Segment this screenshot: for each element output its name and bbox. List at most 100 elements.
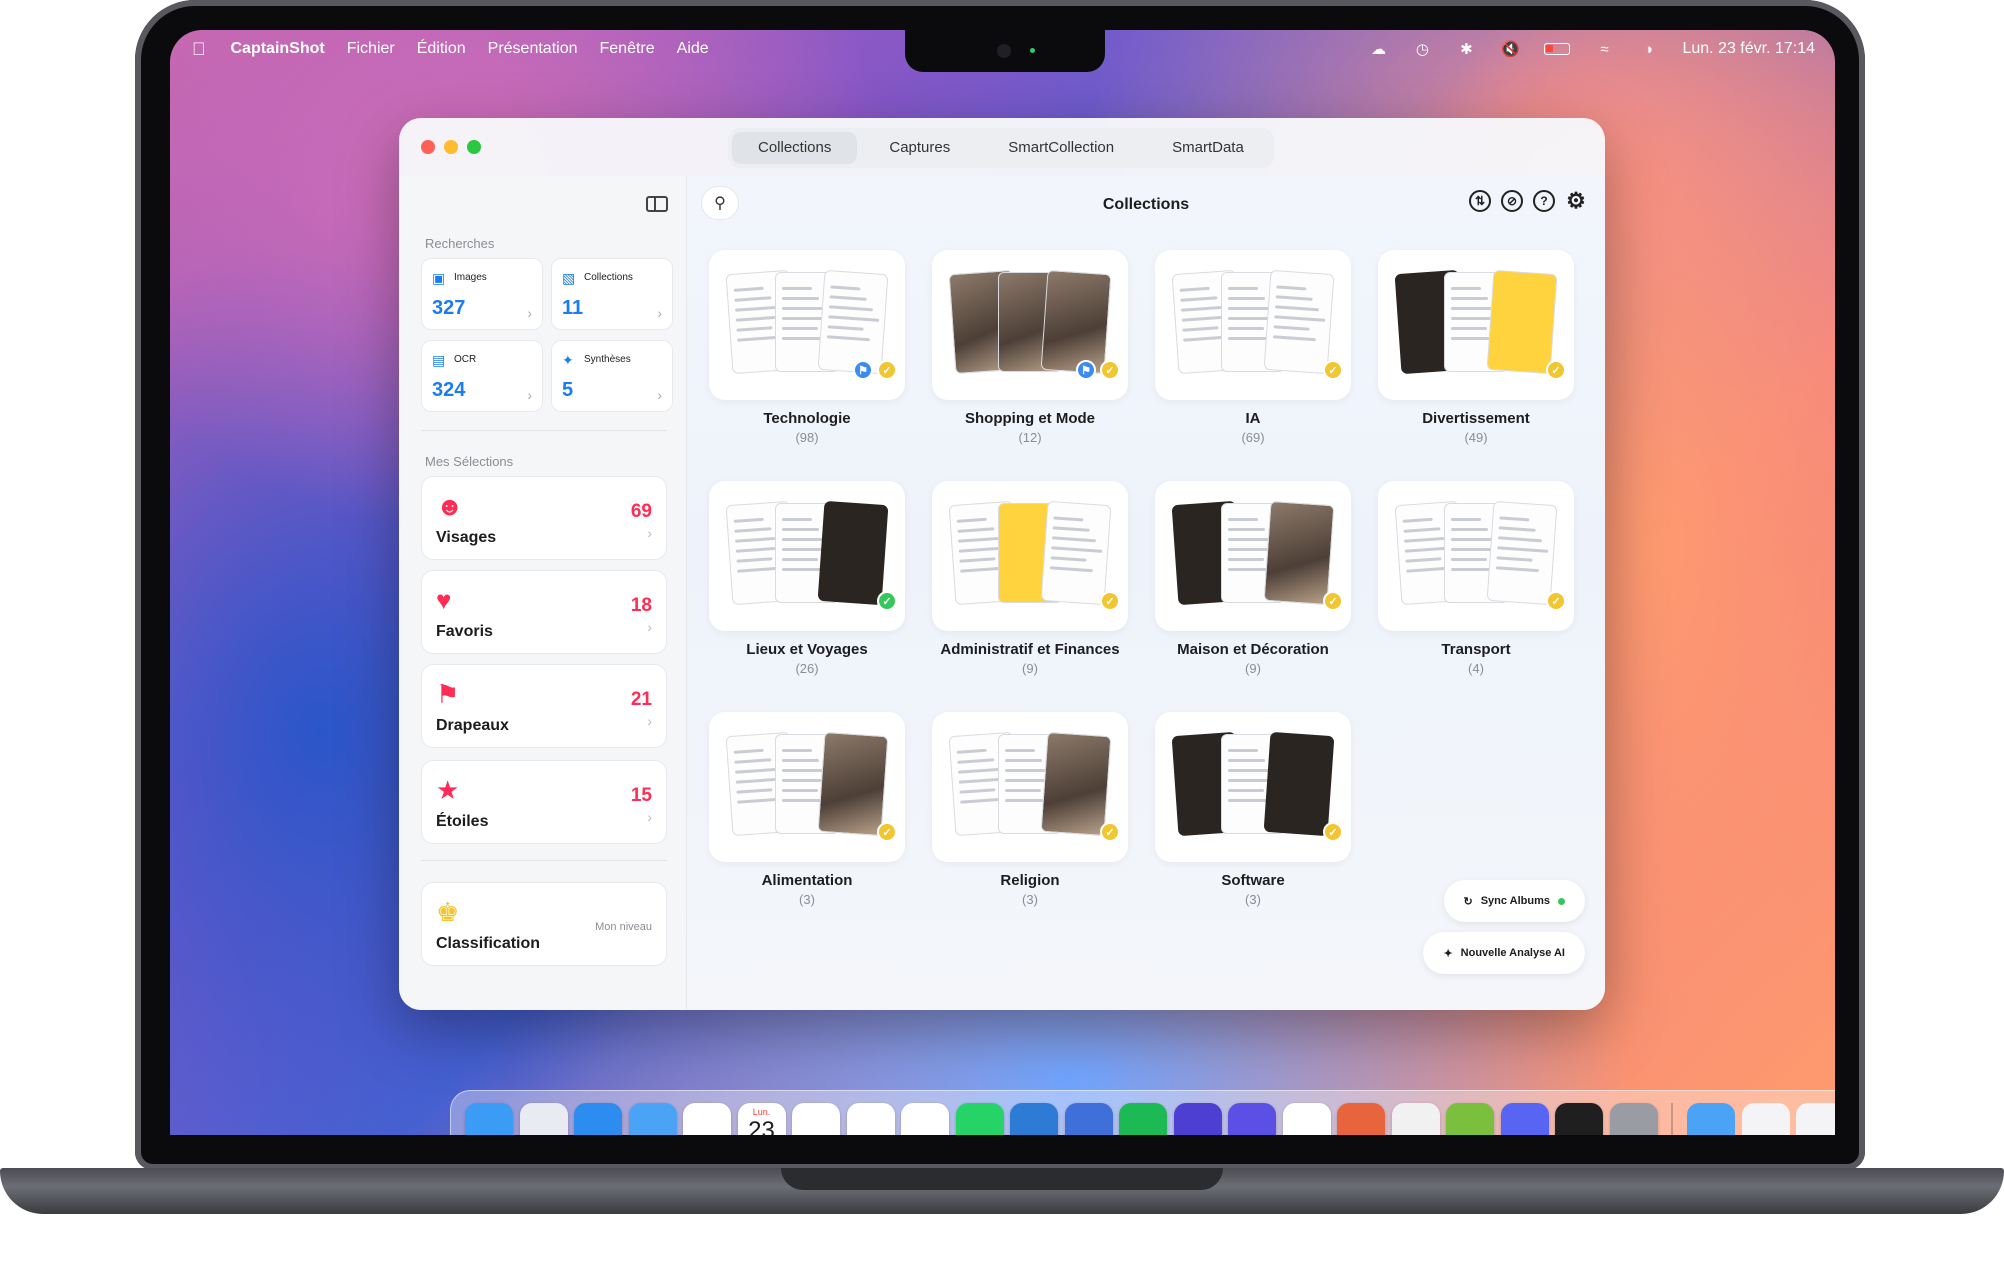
app-window: Collections Captures SmartCollection Sma… — [399, 118, 1605, 1010]
menu-app-name[interactable]: CaptainShot — [231, 40, 325, 58]
recent-document-icon[interactable] — [1796, 1103, 1835, 1135]
screenshot-thumbnail — [1486, 500, 1558, 606]
help-icon[interactable]: ? — [1533, 190, 1555, 212]
tab-smartcollection[interactable]: SmartCollection — [982, 132, 1140, 164]
chatgpt-icon[interactable] — [1282, 1103, 1331, 1135]
menu-datetime[interactable]: Lun. 23 févr. 17:14 — [1682, 40, 1815, 58]
collection-name: Administratif et Finances — [940, 641, 1120, 658]
main-content: Collections ⚲ ⇅ ⊘ ? ⚙ ✓ ⚑ Technologie (98) ✓… — [687, 176, 1605, 1010]
collection-card[interactable]: ✓ — [1155, 712, 1351, 862]
minimize-button[interactable] — [444, 140, 458, 154]
mute-icon[interactable]: 🔇 — [1500, 41, 1520, 58]
collection-card[interactable]: ✓ — [932, 712, 1128, 862]
terminal-icon[interactable] — [1064, 1103, 1113, 1135]
cloud-icon[interactable]: ☁ — [1368, 41, 1388, 58]
close-button[interactable] — [421, 140, 435, 154]
whatsapp-icon[interactable] — [955, 1103, 1004, 1135]
control-center-icon[interactable]: ◑ — [1638, 41, 1658, 58]
selection-visages[interactable]: ☻ Visages 69 › — [421, 476, 667, 560]
notes-icon[interactable] — [846, 1103, 895, 1135]
classification-card[interactable]: ♚ Classification Mon niveau — [421, 882, 667, 966]
passwords-icon[interactable] — [1555, 1103, 1603, 1135]
menu-presentation[interactable]: Présentation — [488, 40, 578, 58]
collection-card[interactable]: ✓ — [1155, 481, 1351, 631]
captainshot-icon[interactable] — [1173, 1103, 1222, 1135]
sort-icon[interactable]: ⇅ — [1469, 190, 1491, 212]
collection-card[interactable]: ✓ — [709, 712, 905, 862]
search-tile-images[interactable]: ▣ Images 327 › — [421, 258, 543, 330]
xcode-icon[interactable] — [1010, 1103, 1058, 1135]
pencil-icon[interactable] — [1446, 1103, 1494, 1135]
collection-card[interactable]: ✓ — [709, 481, 905, 631]
photos-icon[interactable] — [683, 1103, 731, 1135]
chevron-right-icon: › — [657, 387, 662, 403]
launchpad-icon[interactable] — [519, 1103, 568, 1135]
linear-icon[interactable] — [1228, 1103, 1276, 1135]
apple-icon[interactable]:  — [192, 39, 206, 60]
collection-card[interactable]: ✓ ⚑ — [709, 250, 905, 400]
tile-label: Collections — [584, 272, 633, 283]
collection-card[interactable]: ✓ — [1378, 250, 1574, 400]
sidebar-toggle-icon[interactable] — [646, 196, 668, 212]
sparkles-icon: ✦ — [562, 352, 574, 368]
collection-name: Religion — [1000, 872, 1060, 889]
selection-etoiles[interactable]: ★ Étoiles 15 › — [421, 760, 667, 844]
wifi-icon[interactable]: ≈ — [1594, 41, 1614, 58]
reminders-icon[interactable] — [792, 1103, 840, 1135]
tab-collections[interactable]: Collections — [732, 132, 858, 164]
finder-icon[interactable] — [465, 1103, 513, 1135]
new-ai-analysis-button[interactable]: ✦ Nouvelle Analyse AI — [1423, 932, 1585, 974]
sync-status-dot — [1558, 897, 1565, 905]
gear-icon[interactable]: ⚙ — [1565, 188, 1587, 213]
menu-fichier[interactable]: Fichier — [347, 40, 395, 58]
calendar-icon[interactable]: Lun. 23 — [737, 1103, 786, 1135]
spotify-icon[interactable] — [1119, 1103, 1167, 1135]
checkmark-icon: ✓ — [1100, 591, 1120, 611]
level-link[interactable]: Mon niveau — [595, 921, 652, 933]
mail-icon[interactable] — [628, 1103, 677, 1135]
recent-document-icon[interactable] — [1741, 1103, 1790, 1135]
selection-favoris[interactable]: ♥ Favoris 18 › — [421, 570, 667, 654]
collection-name: Divertissement — [1422, 410, 1530, 427]
search-button[interactable]: ⚲ — [701, 186, 739, 220]
laptop-grip — [781, 1168, 1223, 1190]
collection-name: Software — [1221, 872, 1285, 889]
collection-card[interactable]: ✓ — [1378, 481, 1574, 631]
settings-icon[interactable] — [1609, 1103, 1658, 1135]
notion-icon[interactable] — [901, 1103, 949, 1135]
screenshot-thumbnail — [817, 269, 889, 375]
selection-drapeaux[interactable]: ⚑ Drapeaux 21 › — [421, 664, 667, 748]
zoom-button[interactable] — [467, 140, 481, 154]
screenshot-thumbnail — [817, 500, 889, 606]
collection-card[interactable]: ✓ — [1155, 250, 1351, 400]
collection-name: Alimentation — [761, 872, 853, 889]
collection-card[interactable]: ✓ — [932, 481, 1128, 631]
pixelmator-icon[interactable] — [1391, 1103, 1440, 1135]
search-tile-ocr[interactable]: ▤ OCR 324 › — [421, 340, 543, 412]
classification-label: Classification — [436, 935, 541, 952]
menu-aide[interactable]: Aide — [677, 40, 709, 58]
camera-led — [1030, 48, 1035, 53]
battery-icon[interactable] — [1544, 43, 1571, 55]
collection-card[interactable]: ✓ ⚑ — [932, 250, 1128, 400]
downloads-folder-icon[interactable] — [1687, 1103, 1735, 1135]
menu-fenetre[interactable]: Fenêtre — [600, 40, 655, 58]
bluetooth-icon[interactable]: ✱ — [1456, 41, 1476, 58]
page-title: Collections — [1102, 196, 1190, 213]
dock: Lun. 23 — [450, 1090, 1835, 1135]
collection-count: (49) — [1464, 430, 1488, 445]
claude-icon[interactable] — [1337, 1103, 1385, 1135]
select-icon[interactable]: ⊘ — [1501, 190, 1523, 212]
tab-captures[interactable]: Captures — [863, 132, 976, 164]
sync-albums-button[interactable]: ↻ Sync Albums — [1443, 880, 1585, 922]
tab-smartdata[interactable]: SmartData — [1146, 132, 1270, 164]
safari-icon[interactable] — [574, 1103, 622, 1135]
menu-edition[interactable]: Édition — [417, 40, 466, 58]
screenshot-thumbnail — [1486, 269, 1558, 375]
clock-icon[interactable]: ◷ — [1412, 41, 1432, 58]
search-tile-syntheses[interactable]: ✦ Synthèses 5 › — [551, 340, 673, 412]
chevron-right-icon: › — [647, 619, 652, 635]
search-tile-collections[interactable]: ▧ Collections 11 › — [551, 258, 673, 330]
discord-icon[interactable] — [1500, 1103, 1549, 1135]
heart-icon: ♥ — [436, 585, 452, 615]
